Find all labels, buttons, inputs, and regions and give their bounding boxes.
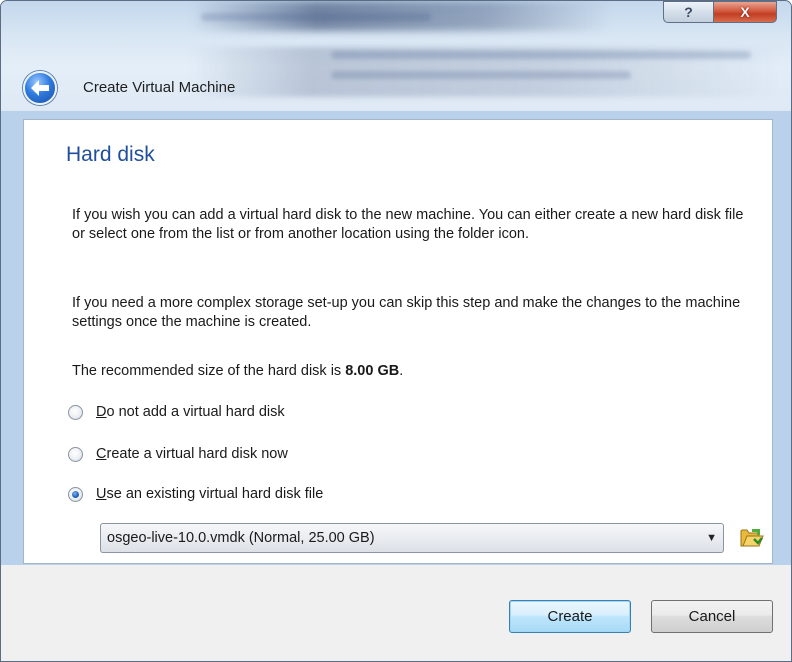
storage-hint-text: If you need a more complex storage set-u… bbox=[72, 295, 741, 330]
recommended-size-text: The recommended size of the hard disk is… bbox=[72, 362, 752, 381]
cancel-button[interactable]: Cancel bbox=[651, 600, 773, 633]
choose-disk-file-button[interactable] bbox=[740, 524, 764, 550]
back-arrow-icon bbox=[31, 80, 49, 96]
disk-file-select[interactable]: osgeo-live-10.0.vmdk (Normal, 25.00 GB) … bbox=[100, 523, 724, 553]
option-no-disk-label: Do not add a virtual hard disk bbox=[96, 404, 285, 420]
radio-existing-disk[interactable] bbox=[68, 486, 83, 502]
option-create-disk-label: Create a virtual hard disk now bbox=[96, 446, 288, 462]
help-icon: ? bbox=[684, 4, 693, 20]
caption-buttons: ? X bbox=[663, 1, 777, 23]
close-icon: X bbox=[740, 4, 750, 20]
back-button[interactable] bbox=[23, 71, 57, 105]
option-existing-disk[interactable]: Use an existing virtual hard disk file bbox=[68, 486, 323, 502]
radio-no-disk[interactable] bbox=[68, 404, 83, 420]
chevron-down-icon[interactable]: ▼ bbox=[706, 532, 717, 544]
intro-text: If you wish you can add a virtual hard d… bbox=[72, 207, 744, 242]
option-existing-disk-label: Use an existing virtual hard disk file bbox=[96, 486, 324, 502]
recommended-size-value: 8.00 GB bbox=[345, 363, 400, 379]
option-create-disk[interactable]: Create a virtual hard disk now bbox=[68, 446, 288, 462]
recommended-size-prefix: The recommended size of the hard disk is bbox=[72, 363, 346, 379]
recommended-size-suffix: . bbox=[399, 363, 404, 379]
folder-open-icon bbox=[740, 529, 764, 547]
disk-file-select-value: osgeo-live-10.0.vmdk (Normal, 25.00 GB) bbox=[107, 530, 375, 546]
dialog-title: Create Virtual Machine bbox=[83, 79, 236, 96]
close-button[interactable]: X bbox=[713, 1, 777, 23]
dialog-window: ? X Create Virtual Machine Hard disk If … bbox=[0, 0, 792, 662]
page-title: Hard disk bbox=[66, 143, 155, 166]
create-button[interactable]: Create bbox=[509, 600, 631, 633]
option-no-disk[interactable]: Do not add a virtual hard disk bbox=[68, 404, 285, 420]
help-button[interactable]: ? bbox=[663, 1, 713, 23]
wizard-page: Hard disk If you wish you can add a virt… bbox=[23, 119, 773, 564]
radio-create-disk[interactable] bbox=[68, 446, 83, 462]
